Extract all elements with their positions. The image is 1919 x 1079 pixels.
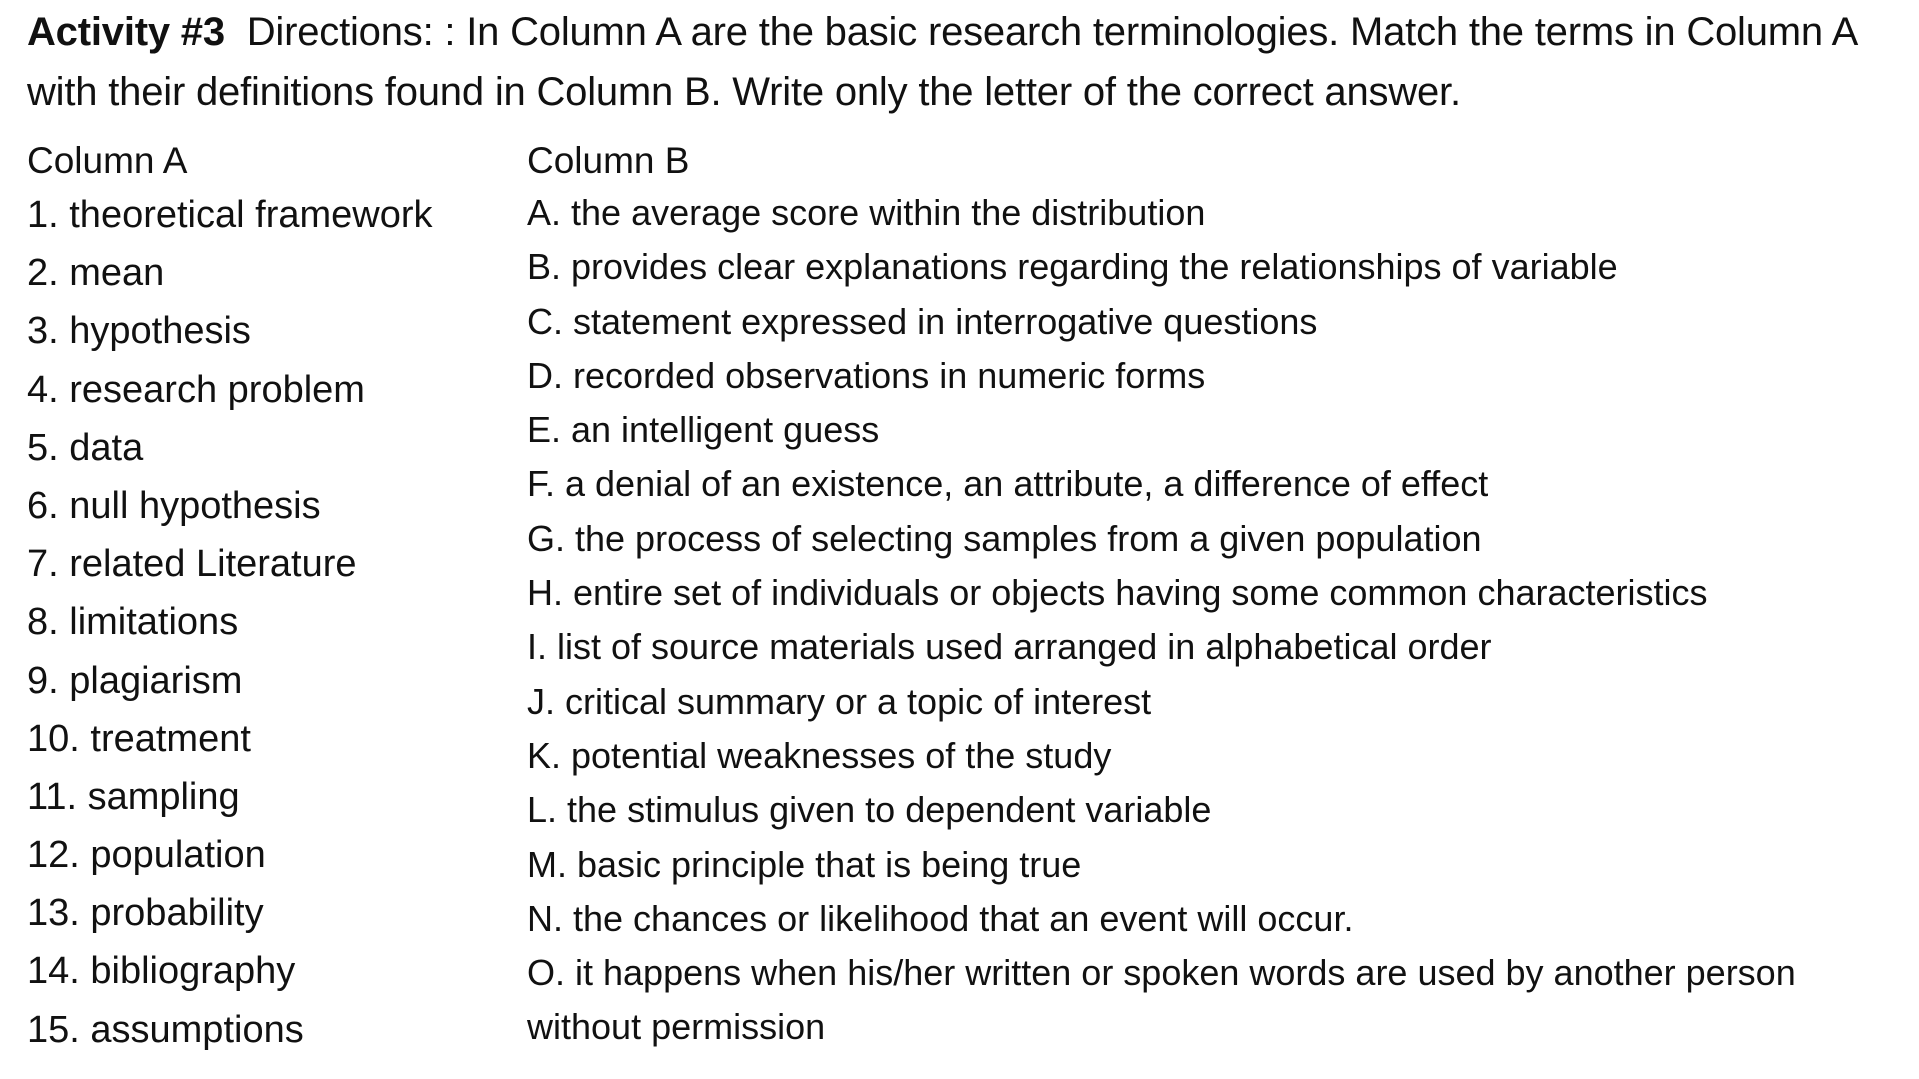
column-a-item: 5. data — [27, 426, 144, 469]
column-b-item: C. statement expressed in interrogative … — [527, 300, 1318, 342]
column-a-item: 14. bibliography — [27, 950, 296, 993]
column-b-item: D. recorded observations in numeric form… — [527, 354, 1206, 396]
column-b-item: E. an intelligent guess — [527, 409, 880, 451]
column-b-item: M. basic principle that is being true — [527, 843, 1082, 885]
column-b-item: G. the process of selecting samples from… — [527, 517, 1482, 559]
column-b-header: Column B — [527, 140, 690, 181]
column-a-item: 6. null hypothesis — [27, 484, 321, 527]
column-b-item: B. provides clear explanations regarding… — [527, 246, 1618, 288]
column-a-item: 3. hypothesis — [27, 310, 251, 353]
column-a-item: 2. mean — [27, 252, 165, 295]
column-a-item: 13. probability — [27, 892, 264, 935]
column-a-item: 1. theoretical framework — [27, 194, 433, 236]
column-a-item: 11. sampling — [27, 775, 240, 818]
directions-paragraph: Activity #3 Directions: : In Column A ar… — [27, 2, 1907, 122]
column-b-item: L. the stimulus given to dependent varia… — [527, 789, 1212, 831]
column-b-item: J. critical summary or a topic of intere… — [527, 680, 1152, 722]
column-b: Column B A. the average score within the… — [527, 136, 1796, 1055]
column-a-item: 12. population — [27, 834, 266, 877]
column-a-item: 4. research problem — [27, 368, 365, 411]
column-b-item: A. the average score within the distribu… — [527, 192, 1206, 233]
column-a: Column A 1. theoretical framework 2. mea… — [27, 136, 433, 1059]
column-a-header: Column A — [27, 140, 188, 181]
activity-label: Activity #3 — [27, 10, 225, 54]
column-b-item: H. entire set of individuals or objects … — [527, 572, 1708, 614]
column-a-item: 10. treatment — [27, 717, 251, 760]
column-b-item: O. it happens when his/her written or sp… — [527, 952, 1796, 994]
directions-text: Directions: : In Column A are the basic … — [27, 10, 1856, 114]
column-b-item: I. list of source materials used arrange… — [527, 626, 1492, 668]
column-a-item: 8. limitations — [27, 601, 239, 644]
column-a-item: 7. related Literature — [27, 543, 357, 586]
column-b-item: N. the chances or likelihood that an eve… — [527, 897, 1354, 939]
column-b-item-continuation: without permission — [527, 1006, 826, 1048]
column-b-item: K. potential weaknesses of the study — [527, 734, 1112, 776]
column-a-item: 9. plagiarism — [27, 659, 243, 702]
column-b-item: F. a denial of an existence, an attribut… — [527, 463, 1489, 505]
column-a-item: 15. assumptions — [27, 1008, 304, 1051]
